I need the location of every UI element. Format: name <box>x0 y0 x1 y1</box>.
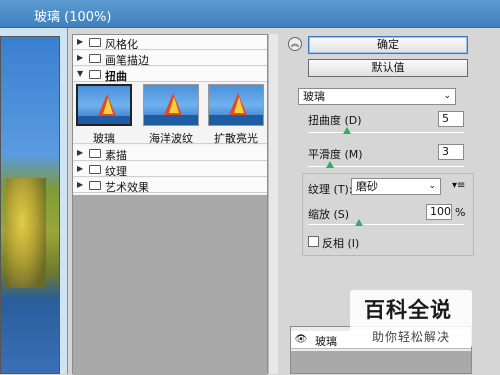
folder-icon <box>89 38 101 47</box>
thumb-label-glass: 玻璃 <box>93 132 115 145</box>
folder-icon <box>89 149 101 158</box>
layer-name: 玻璃 <box>315 335 337 348</box>
chevron-down-icon: ⌄ <box>428 181 436 191</box>
distort-thumbnails: 玻璃 海洋波纹 扩散亮光 <box>73 82 267 145</box>
panel-menu-icon[interactable]: ▾≡ <box>452 180 465 191</box>
smoothness-label: 平滑度 (M) <box>308 148 363 161</box>
filter-select-value: 玻璃 <box>303 90 325 103</box>
gallery-scrollbar[interactable] <box>268 34 278 374</box>
folder-icon <box>89 165 101 174</box>
image-preview[interactable] <box>0 28 68 374</box>
scaling-input[interactable]: 100 <box>426 204 452 220</box>
thumb-sea <box>209 115 263 125</box>
texture-label: 纹理 (T): <box>308 183 353 196</box>
gallery-empty-area <box>73 195 267 375</box>
invert-checkbox[interactable] <box>308 236 319 247</box>
chevron-down-icon: ⌄ <box>443 91 451 101</box>
expand-triangle-icon: ▶ <box>77 37 84 46</box>
smoothness-input[interactable]: 3 <box>438 144 464 160</box>
watermark: 百科全说 助你轻松解决 <box>350 290 472 348</box>
distortion-slider-handle[interactable] <box>343 127 351 134</box>
thumb-glass[interactable] <box>76 84 132 126</box>
category-label: 纹理 <box>105 165 127 178</box>
expand-triangle-icon: ▶ <box>77 148 84 157</box>
thumb-label-ocean-ripple: 海洋波纹 <box>149 132 193 145</box>
double-chevron-up-icon[interactable]: ︽ <box>288 37 302 51</box>
category-label: 艺术效果 <box>105 181 149 194</box>
folder-open-icon <box>89 70 101 79</box>
scaling-unit: % <box>455 206 466 219</box>
category-brush-strokes[interactable]: ▶ 画笔描边 <box>73 51 267 67</box>
eye-icon[interactable]: 👁 <box>294 334 308 346</box>
category-label: 画笔描边 <box>105 54 149 67</box>
smoothness-slider-handle[interactable] <box>325 161 334 168</box>
scaling-slider-handle[interactable] <box>355 219 364 226</box>
folder-icon <box>89 181 101 190</box>
distortion-input[interactable]: 5 <box>438 111 464 127</box>
thumb-sea <box>144 115 198 125</box>
invert-label: 反相 (I) <box>322 237 360 250</box>
filter-select[interactable]: 玻璃 ⌄ <box>298 88 456 105</box>
category-label: 素描 <box>105 149 127 162</box>
thumb-sail <box>169 97 179 113</box>
thumb-diffuse-glow[interactable] <box>208 84 264 126</box>
watermark-subtitle: 助你轻松解决 <box>372 330 451 344</box>
category-stylize[interactable]: ▶ 风格化 <box>73 35 267 51</box>
ok-button[interactable]: 确定 <box>308 36 468 54</box>
thumb-sail <box>103 98 113 114</box>
category-distort[interactable]: ▼ 扭曲 <box>73 67 267 83</box>
preview-tree-detail <box>6 178 46 288</box>
category-sketch[interactable]: ▶ 素描 <box>73 146 267 162</box>
category-texture[interactable]: ▶ 纹理 <box>73 162 267 178</box>
watermark-title: 百科全说 <box>364 298 452 322</box>
expand-triangle-icon: ▶ <box>77 180 84 189</box>
category-artistic[interactable]: ▶ 艺术效果 <box>73 178 267 194</box>
distortion-label: 扭曲度 (D) <box>308 114 362 127</box>
title-bar: 玻璃 (100%) <box>0 0 500 28</box>
layers-empty-area <box>291 351 471 373</box>
folder-icon <box>89 54 101 63</box>
default-button[interactable]: 默认值 <box>308 59 468 77</box>
expand-triangle-icon: ▶ <box>77 164 84 173</box>
texture-select-value: 磨砂 <box>356 180 378 193</box>
thumb-sail <box>234 97 244 113</box>
thumb-sea <box>78 116 130 124</box>
thumb-label-diffuse-glow: 扩散亮光 <box>214 132 258 145</box>
expand-triangle-icon: ▶ <box>77 53 84 62</box>
collapse-triangle-icon: ▼ <box>77 69 84 78</box>
texture-select[interactable]: 磨砂 ⌄ <box>351 178 441 195</box>
filter-gallery: ▶ 风格化 ▶ 画笔描边 ▼ 扭曲 玻璃 海洋波纹 扩散亮光 ▶ 素描 ▶ 纹理… <box>72 34 268 375</box>
thumb-ocean-ripple[interactable] <box>143 84 199 126</box>
scaling-label: 缩放 (S) <box>308 208 350 221</box>
distortion-slider-track[interactable] <box>308 132 464 133</box>
category-label: 风格化 <box>105 38 138 51</box>
window-title: 玻璃 (100%) <box>34 10 112 25</box>
scaling-slider-track[interactable] <box>308 224 464 225</box>
